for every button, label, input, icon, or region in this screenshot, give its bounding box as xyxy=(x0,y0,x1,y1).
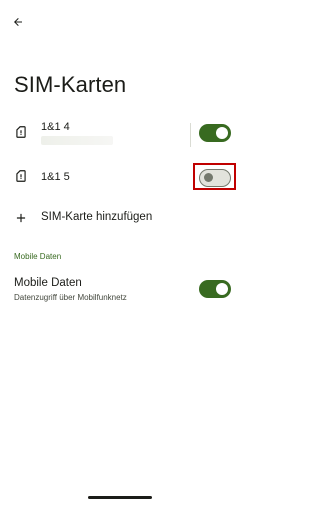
sim-row-1[interactable]: 1&1 4 xyxy=(0,116,240,152)
arrow-back-icon xyxy=(14,18,22,26)
plus-icon xyxy=(16,213,26,223)
back-button[interactable] xyxy=(8,12,28,32)
sim-1-toggle[interactable] xyxy=(199,124,231,142)
toggle-thumb xyxy=(216,283,228,295)
toggle-thumb xyxy=(216,127,228,139)
add-sim-button[interactable]: SIM-Karte hinzufügen xyxy=(0,206,240,230)
add-sim-label: SIM-Karte hinzufügen xyxy=(41,211,153,223)
divider xyxy=(190,123,191,147)
mobile-data-row[interactable]: Mobile Daten Datenzugriff über Mobilfunk… xyxy=(0,274,240,310)
page-title: SIM-Karten xyxy=(14,72,127,97)
section-header-mobile-data: Mobile Daten xyxy=(14,252,62,261)
sim-card-icon xyxy=(16,170,26,182)
gesture-navigation-bar[interactable] xyxy=(88,496,152,499)
sim-card-icon xyxy=(16,126,26,138)
highlight-box xyxy=(193,163,236,190)
sim-name: 1&1 5 xyxy=(41,171,70,183)
sim-number-redacted xyxy=(41,136,113,145)
mobile-data-toggle[interactable] xyxy=(199,280,231,298)
sim-name: 1&1 4 xyxy=(41,121,70,133)
mobile-data-title: Mobile Daten xyxy=(14,277,82,289)
mobile-data-subtitle: Datenzugriff über Mobilfunknetz xyxy=(14,293,127,302)
